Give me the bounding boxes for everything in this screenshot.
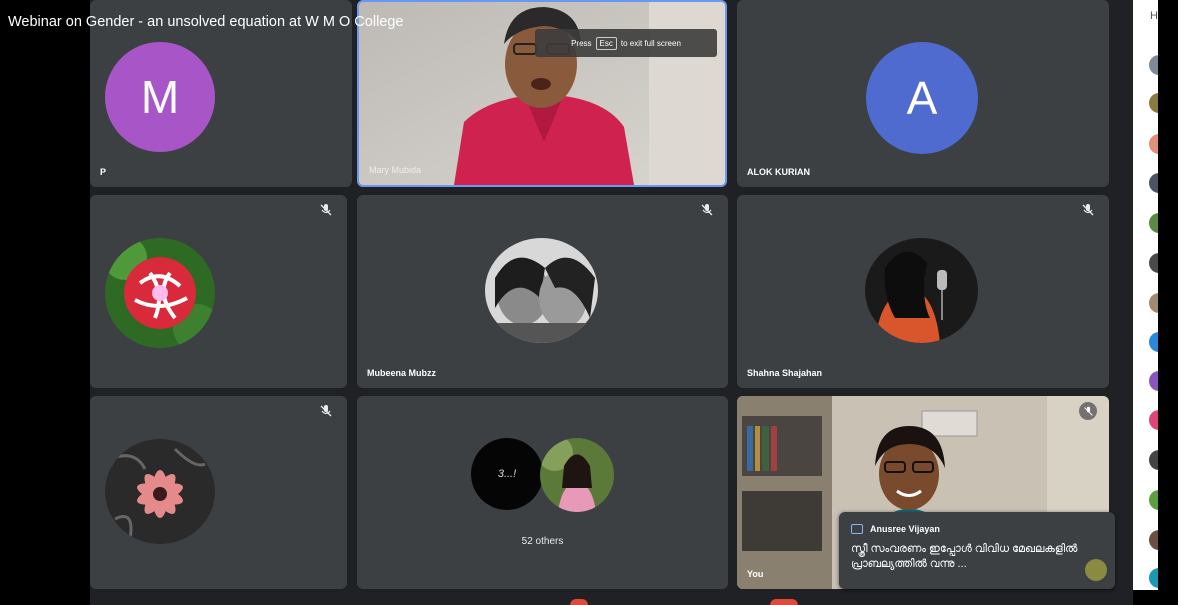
mic-off-icon <box>1081 203 1095 217</box>
chat-header: Anusree Vijayan <box>851 524 940 534</box>
people-side-panel: H <box>1133 0 1163 590</box>
mic-off-icon <box>319 404 333 418</box>
shahna-avatar <box>865 238 978 343</box>
avatar-m: M <box>105 42 215 152</box>
esc-key: Esc <box>595 36 617 50</box>
participant-name: You <box>747 569 764 579</box>
participant-tile-mubeena[interactable]: Mubeena Mubzz <box>357 195 728 388</box>
others-avatar-photo <box>540 438 614 512</box>
banner-press-text: Press <box>571 38 592 48</box>
end-call-icon[interactable] <box>570 599 588 605</box>
fullscreen-banner: Press Esc to exit full screen <box>535 29 717 57</box>
participant-tile-shahna[interactable]: Shahna Shajahan <box>737 195 1109 388</box>
cursor-hand-icon <box>1085 559 1107 581</box>
others-count: 52 others <box>521 536 564 547</box>
panel-header-icon: H <box>1150 10 1158 22</box>
participant-tile-others[interactable]: 3...! 52 others <box>357 396 728 589</box>
participant-tile-flower[interactable] <box>90 396 347 589</box>
participant-name: ALOK KURIAN <box>747 167 810 177</box>
window-title: Webinar on Gender - an unsolved equation… <box>8 14 404 30</box>
mic-off-icon <box>319 203 333 217</box>
mic-off-icon <box>700 203 714 217</box>
bottom-toolbar <box>90 597 1133 605</box>
chat-sender: Anusree Vijayan <box>870 524 940 534</box>
mic-off-icon <box>1079 402 1097 420</box>
rose-avatar <box>105 238 215 348</box>
meeting-screen: Webinar on Gender - an unsolved equation… <box>0 0 1178 605</box>
participant-name: Shahna Shajahan <box>747 368 823 378</box>
flower-avatar <box>105 439 215 544</box>
participant-name: Mary Mubida <box>369 165 422 175</box>
right-edge <box>1158 0 1178 605</box>
chat-notification[interactable]: Anusree Vijayan സ്ത്രീ സംവരണം ഇപ്പോൾ വിവ… <box>839 512 1115 589</box>
participant-name: P <box>100 167 107 177</box>
banner-suffix-text: to exit full screen <box>620 38 681 48</box>
chat-icon <box>851 524 863 534</box>
participant-tile-alok[interactable]: A ALOK KURIAN <box>737 0 1109 187</box>
chat-message: സ്ത്രീ സംവരണം ഇപ്പോൾ വിവിധ മേഖലകളിൽ പ്രാ… <box>851 543 1078 570</box>
others-avatar-dark: 3...! <box>471 438 543 510</box>
avatar-a: A <box>866 42 978 154</box>
participant-tile-rose[interactable] <box>90 195 347 388</box>
participant-name: Mubeena Mubzz <box>367 368 436 378</box>
mubeena-avatar <box>485 238 598 343</box>
mic-toggle-icon[interactable] <box>770 599 798 605</box>
